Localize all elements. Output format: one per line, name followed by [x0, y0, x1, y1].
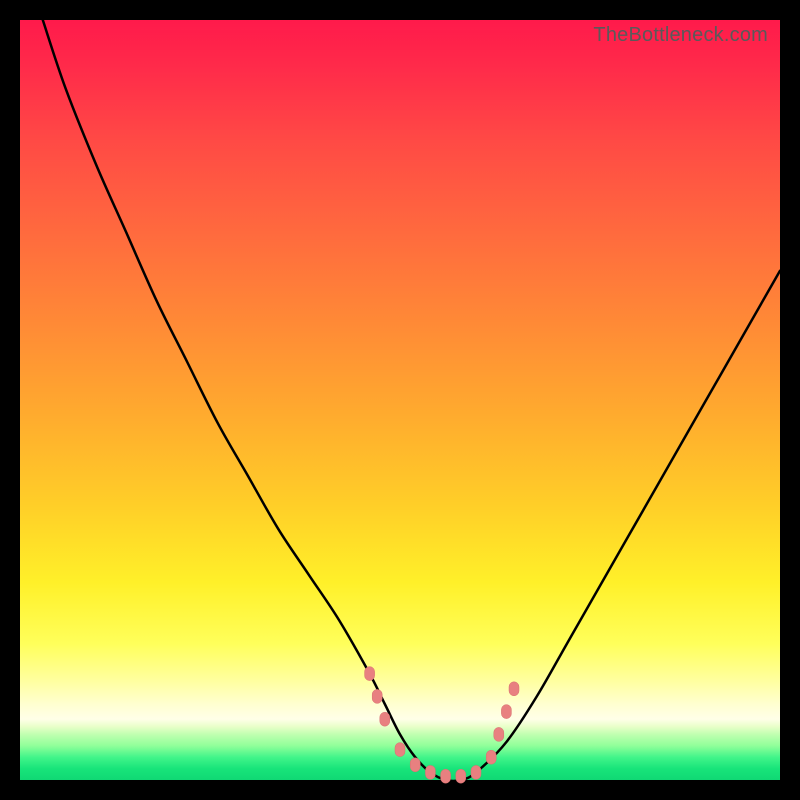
optimal-marker — [365, 667, 375, 681]
plot-area: TheBottleneck.com — [20, 20, 780, 780]
optimal-marker — [441, 769, 451, 783]
optimal-marker — [471, 765, 481, 779]
optimal-marker — [372, 689, 382, 703]
optimal-marker — [456, 769, 466, 783]
bottleneck-curve — [43, 20, 780, 781]
optimal-marker — [494, 727, 504, 741]
optimal-marker — [486, 750, 496, 764]
optimal-marker — [380, 712, 390, 726]
optimal-marker — [425, 765, 435, 779]
bottleneck-curve-svg — [20, 20, 780, 780]
optimal-marker — [410, 758, 420, 772]
optimal-marker — [509, 682, 519, 696]
optimal-marker — [501, 705, 511, 719]
chart-frame: TheBottleneck.com — [0, 0, 800, 800]
optimal-marker — [395, 743, 405, 757]
optimal-markers — [365, 667, 519, 784]
